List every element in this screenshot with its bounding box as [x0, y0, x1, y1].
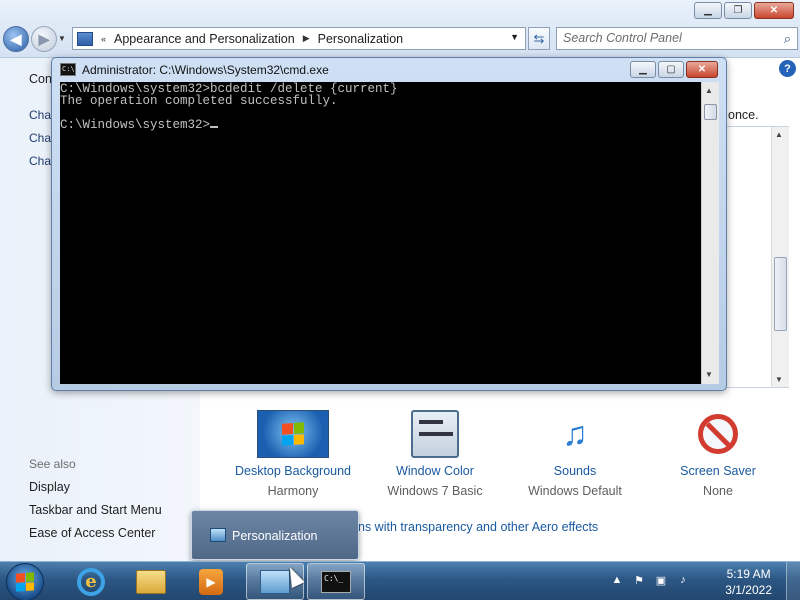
control-panel-icon: [77, 31, 93, 46]
minimize-button[interactable]: ▁: [694, 2, 722, 19]
network-icon[interactable]: ▣: [654, 574, 668, 588]
taskbar-cmd[interactable]: C:\_: [307, 563, 365, 600]
desktop-background-label[interactable]: Desktop Background: [228, 464, 358, 478]
console-prompt: C:\Windows\system32>: [60, 118, 211, 132]
forward-button[interactable]: ▶: [31, 26, 57, 52]
sounds-icon: ♫: [562, 414, 588, 453]
cmd-close-button[interactable]: ✕: [686, 61, 718, 78]
desktop-background-tile[interactable]: Desktop Background Harmony: [228, 410, 358, 498]
maximize-button[interactable]: ❐: [724, 2, 752, 19]
clock-date: 3/1/2022: [725, 583, 772, 597]
taskbar: e ▶ C:\_ ▲ ⚑ ▣ ♪ 5:19 AM 3/1/2022: [0, 561, 800, 600]
see-also-ease-of-access[interactable]: Ease of Access Center: [29, 526, 155, 540]
breadcrumb-overflow[interactable]: «: [101, 34, 106, 44]
see-also-heading: See also: [29, 457, 76, 471]
sounds-tile[interactable]: ♫ Sounds Windows Default: [510, 410, 640, 499]
theme-list-scrollbar[interactable]: ▲ ▼: [771, 127, 789, 387]
address-dropdown-icon[interactable]: ▼: [510, 32, 519, 42]
screen-saver-label[interactable]: Screen Saver: [653, 464, 783, 478]
address-bar[interactable]: « Appearance and Personalization ▶ Perso…: [72, 27, 526, 50]
screen-saver-tile[interactable]: Screen Saver None: [653, 410, 783, 498]
taskbar-media-player[interactable]: ▶: [182, 563, 240, 600]
clock[interactable]: 5:19 AM 3/1/2022: [725, 566, 772, 598]
personalization-icon: [210, 528, 226, 542]
scrollbar-thumb[interactable]: [774, 257, 787, 331]
see-also-display[interactable]: Display: [29, 480, 70, 494]
scroll-up-icon[interactable]: ▲: [775, 130, 783, 139]
sounds-value: Windows Default: [528, 484, 622, 498]
window-color-label[interactable]: Window Color: [370, 464, 500, 478]
action-center-flag-icon[interactable]: ⚑: [632, 574, 646, 588]
cmd-scrollbar-thumb[interactable]: [704, 104, 717, 120]
cmd-titlebar[interactable]: C:\ Administrator: C:\Windows\System32\c…: [52, 58, 726, 82]
back-button[interactable]: ◀: [3, 26, 29, 52]
desktop-background-icon: [257, 410, 329, 458]
volume-icon[interactable]: ♪: [676, 574, 690, 588]
left-pane-link-3[interactable]: Cha: [29, 154, 51, 168]
description-text: once.: [728, 108, 759, 122]
search-icon[interactable]: ⌕: [784, 31, 791, 47]
show-desktop-button[interactable]: [786, 562, 800, 600]
text-cursor: [210, 126, 219, 128]
window-color-tile[interactable]: Window Color Windows 7 Basic: [370, 410, 500, 498]
cmd-scroll-up-icon[interactable]: ▲: [705, 86, 713, 95]
thumbnail-label[interactable]: Personalization: [232, 529, 317, 543]
window-color-icon: [399, 410, 471, 458]
taskbar-internet-explorer[interactable]: e: [62, 563, 120, 600]
console-line-2: The operation completed successfully.: [60, 94, 338, 108]
window-color-value: Windows 7 Basic: [387, 484, 483, 498]
screen-saver-icon: [682, 410, 754, 458]
folder-icon: [136, 569, 166, 594]
transparency-link[interactable]: ns with transparency and other Aero effe…: [358, 520, 598, 534]
scroll-down-icon[interactable]: ▼: [775, 375, 783, 384]
cmd-taskbar-icon: C:\_: [321, 570, 351, 593]
cmd-caption-buttons: ▁ ▢ ✕: [630, 61, 718, 78]
left-pane-heading[interactable]: Con: [29, 72, 52, 86]
breadcrumb-personalization[interactable]: Personalization: [318, 32, 403, 46]
control-panel-titlebar: ▁ ❐ ✕ ◀ ▶ ▼ « Appearance and Personaliza…: [0, 0, 800, 58]
taskbar-thumbnail-popup[interactable]: Personalization: [191, 510, 359, 560]
recent-pages-dropdown[interactable]: ▼: [58, 34, 66, 43]
cmd-minimize-button[interactable]: ▁: [630, 61, 656, 78]
console-prompt-line: C:\Windows\system32>: [60, 119, 701, 131]
search-placeholder: Search Control Panel: [563, 31, 682, 45]
start-button[interactable]: [6, 563, 44, 600]
media-player-icon: ▶: [199, 568, 223, 595]
breadcrumb-appearance[interactable]: Appearance and Personalization: [114, 32, 295, 46]
internet-explorer-icon: e: [77, 567, 105, 596]
windows-logo-icon: [16, 572, 34, 592]
cmd-console[interactable]: C:\Windows\system32>bcdedit /delete {cur…: [60, 82, 701, 384]
screen-saver-value: None: [703, 484, 733, 498]
cmd-scrollbar[interactable]: ▲ ▼: [701, 82, 719, 384]
left-pane-link-2[interactable]: Cha: [29, 131, 51, 145]
clock-time: 5:19 AM: [726, 567, 771, 581]
breadcrumb-arrow-icon[interactable]: ▶: [303, 33, 310, 44]
cmd-scroll-down-icon[interactable]: ▼: [705, 370, 713, 379]
search-input[interactable]: Search Control Panel ⌕: [556, 27, 798, 50]
cmd-window-icon[interactable]: C:\: [60, 63, 76, 76]
left-pane-link-1[interactable]: Cha: [29, 108, 51, 122]
notification-area: ▲ ⚑ ▣ ♪ 5:19 AM 3/1/2022: [610, 562, 800, 600]
cmd-maximize-button[interactable]: ▢: [658, 61, 684, 78]
help-icon[interactable]: ?: [779, 60, 796, 77]
show-hidden-icons-icon[interactable]: ▲: [610, 574, 624, 588]
desktop-background-value: Harmony: [267, 484, 319, 498]
taskbar-explorer[interactable]: [122, 563, 180, 600]
control-panel-caption-buttons: ▁ ❐ ✕: [694, 2, 794, 19]
close-button[interactable]: ✕: [754, 2, 794, 19]
cmd-window-title: Administrator: C:\Windows\System32\cmd.e…: [82, 63, 329, 77]
cmd-window[interactable]: C:\ Administrator: C:\Windows\System32\c…: [51, 57, 727, 391]
refresh-button[interactable]: ⇆: [528, 27, 550, 50]
see-also-taskbar[interactable]: Taskbar and Start Menu: [29, 503, 162, 517]
sounds-label[interactable]: Sounds: [510, 464, 640, 478]
